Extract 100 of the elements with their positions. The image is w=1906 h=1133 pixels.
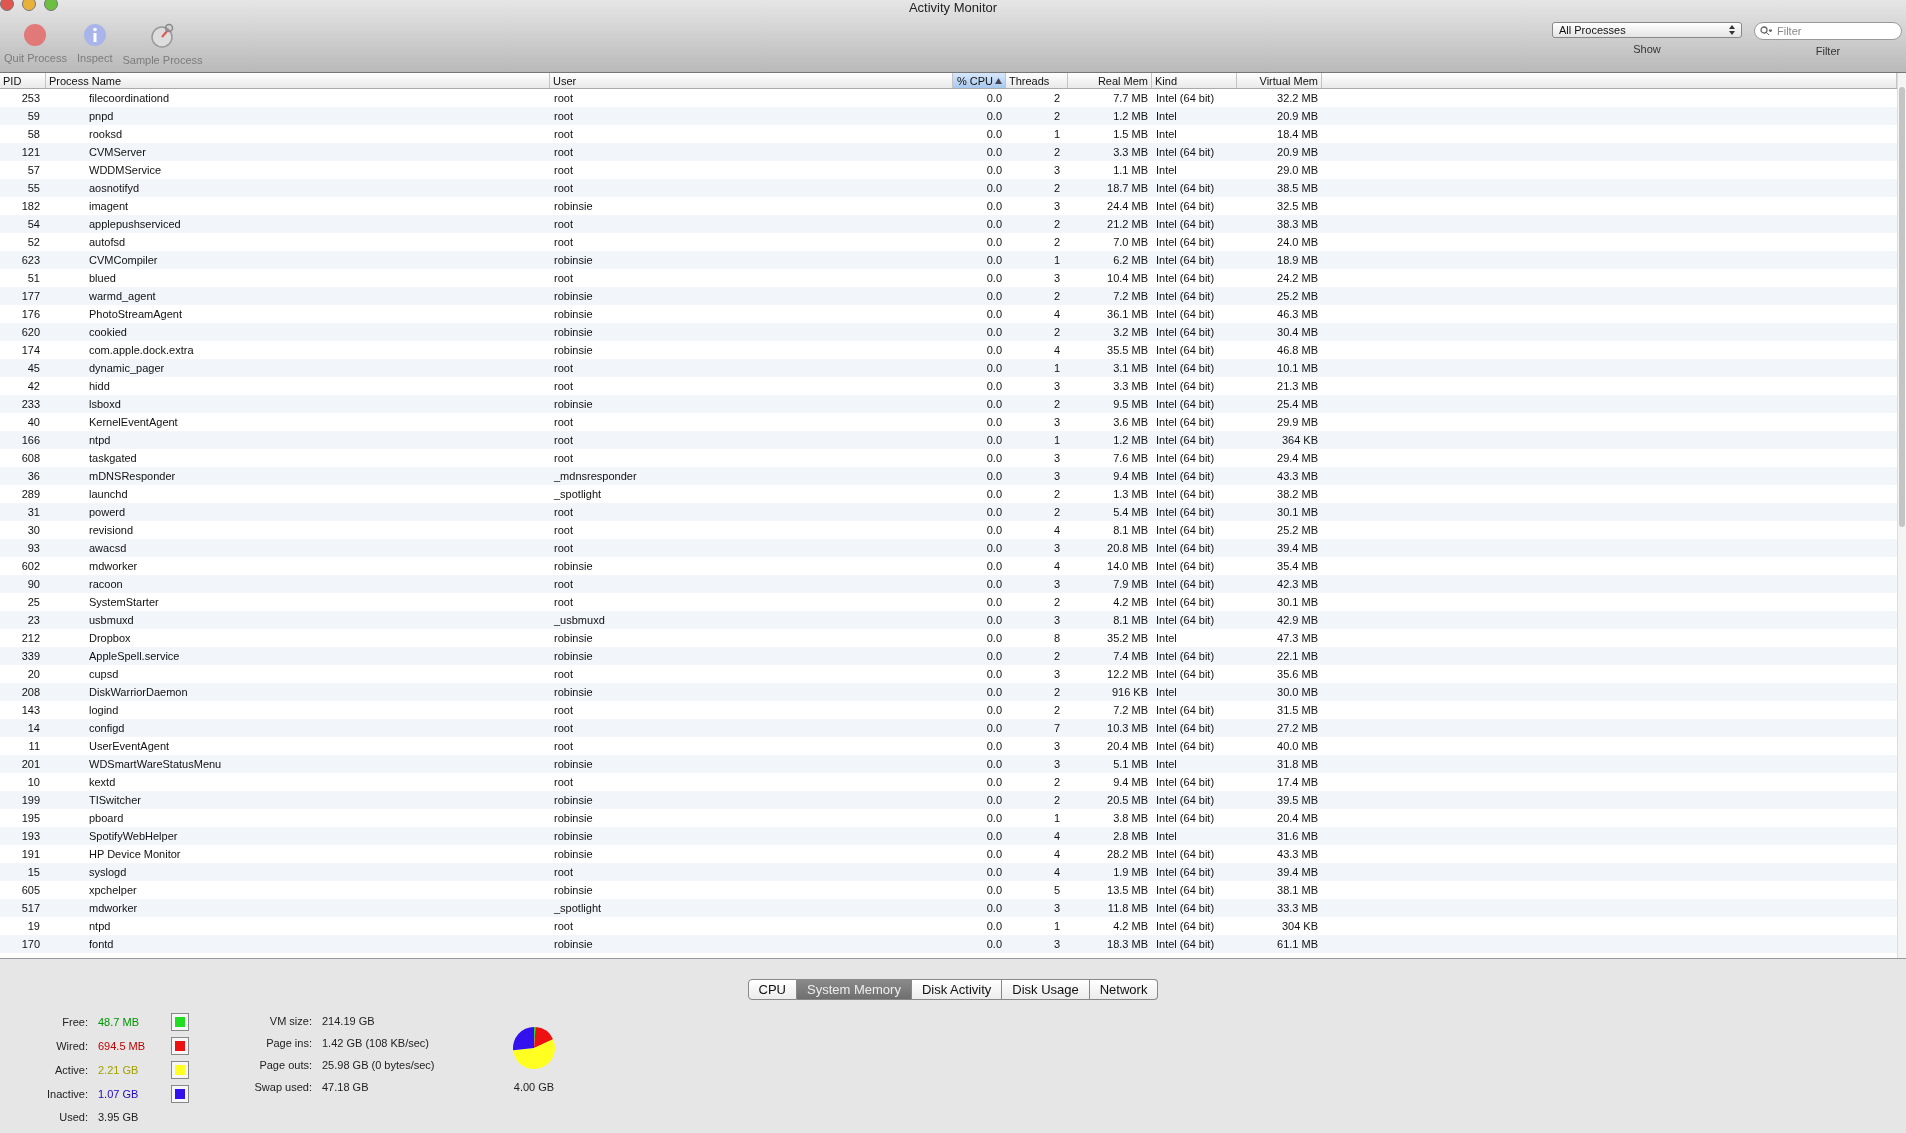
table-cell-text: 4 [1052, 524, 1061, 536]
table-cell-text: 3.8 MB [1112, 812, 1149, 824]
minimize-button[interactable] [22, 0, 36, 11]
table-cell-text: 3 [1052, 668, 1061, 680]
table-cell-text: 25.2 MB [1276, 524, 1319, 536]
table-cell-text: CVMServer [88, 146, 147, 158]
table-cell-text: 9.4 MB [1112, 470, 1149, 482]
table-cell-text: 32.2 MB [1276, 92, 1319, 104]
table-cell-text: fontd [88, 938, 115, 950]
table-cell-text: 54 [26, 218, 41, 230]
table-cell-text: 0.0 [985, 452, 1003, 464]
table-cell-text: Intel (64 bit) [1155, 470, 1216, 482]
table-cell-text: 20 [26, 668, 41, 680]
table-cell-text: 199 [20, 794, 41, 806]
column-header[interactable]: Virtual Mem [1237, 73, 1322, 88]
table-cell-text: 12.2 MB [1106, 668, 1149, 680]
table-cell-text: Intel (64 bit) [1155, 542, 1216, 554]
table-cell-text: Intel (64 bit) [1155, 380, 1216, 392]
table-cell-text: 14.0 MB [1106, 560, 1149, 572]
table-cell-text: filecoordinationd [88, 92, 171, 104]
table-cell-text: robinsie [553, 848, 594, 860]
color-swatch[interactable] [172, 1086, 188, 1102]
zoom-button[interactable] [44, 0, 58, 11]
table-cell-text: 620 [20, 326, 41, 338]
table-cell-text: 0.0 [985, 902, 1003, 914]
table-cell-text: 0.0 [985, 776, 1003, 788]
table-cell-text: 0.0 [985, 938, 1003, 950]
column-header[interactable]: % CPU [953, 73, 1006, 88]
color-swatch[interactable] [172, 1062, 188, 1078]
table-cell-text: 46.3 MB [1276, 308, 1319, 320]
table-cell-text: Intel (64 bit) [1155, 326, 1216, 338]
table-cell-text: 1.2 MB [1112, 434, 1149, 446]
table-cell-text: 2 [1052, 794, 1061, 806]
stat-label: Wired: [55, 1039, 88, 1053]
table-cell-text: 2 [1052, 650, 1061, 662]
table-cell-text: 0.0 [985, 758, 1003, 770]
table-cell-text: 0.0 [985, 578, 1003, 590]
process-filter-dropdown[interactable]: All Processes [1552, 22, 1742, 38]
table-cell-text: 20.4 MB [1106, 740, 1149, 752]
table-cell-text: 2 [1052, 236, 1061, 248]
column-header[interactable]: Threads [1006, 73, 1068, 88]
tab[interactable]: CPU [747, 979, 797, 1000]
table-cell-text: 3.2 MB [1112, 326, 1149, 338]
table-cell-text: TISwitcher [88, 794, 142, 806]
table-cell-text: 90 [26, 578, 41, 590]
table-cell-text: Intel (64 bit) [1155, 416, 1216, 428]
sort-ascending-icon [995, 77, 1002, 84]
table-cell-text: Intel (64 bit) [1155, 488, 1216, 500]
table-cell-text: 10.3 MB [1106, 722, 1149, 734]
table-cell-text: 0.0 [985, 866, 1003, 878]
table-cell-text: 29.0 MB [1276, 164, 1319, 176]
table-cell-text: 25.4 MB [1276, 398, 1319, 410]
table-cell-text: 38.2 MB [1276, 488, 1319, 500]
table-cell-text: Intel [1155, 632, 1178, 644]
column-header[interactable]: PID [0, 73, 46, 88]
table-cell-text: 30.4 MB [1276, 326, 1319, 338]
table-cell-text: 31.6 MB [1276, 830, 1319, 842]
table-cell-text: robinsie [553, 398, 594, 410]
table-cell-text: 7.0 MB [1112, 236, 1149, 248]
table-cell-text: 0.0 [985, 416, 1003, 428]
column-header[interactable]: Kind [1152, 73, 1237, 88]
table-cell-text: 39.4 MB [1276, 866, 1319, 878]
color-swatch[interactable] [172, 1014, 188, 1030]
table-cell-text: 0.0 [985, 92, 1003, 104]
table-cell-text: 59 [26, 110, 41, 122]
tab[interactable]: System Memory [797, 979, 912, 1000]
column-header[interactable]: Real Mem [1068, 73, 1152, 88]
table-cell-text: Intel (64 bit) [1155, 272, 1216, 284]
table-cell-text: 7.7 MB [1112, 92, 1149, 104]
table-cell-text: 30.1 MB [1276, 596, 1319, 608]
close-button[interactable] [0, 0, 14, 11]
tab[interactable]: Network [1089, 979, 1159, 1000]
table-cell-text: Intel (64 bit) [1155, 794, 1216, 806]
table-cell-text: 42 [26, 380, 41, 392]
table-cell-text: 176 [20, 308, 41, 320]
table-cell-text: imagent [88, 200, 130, 212]
table-cell-text: 9.4 MB [1112, 776, 1149, 788]
table-cell-text: root [553, 110, 574, 122]
table-cell-text: launchd [88, 488, 129, 500]
table-cell-text: KernelEventAgent [88, 416, 179, 428]
filter-field[interactable]: Filter [1754, 22, 1902, 40]
table-cell-text: 177 [20, 290, 41, 302]
table-cell-text: 2 [1052, 182, 1061, 194]
table-cell-text: 2.8 MB [1112, 830, 1149, 842]
table-cell-text: 201 [20, 758, 41, 770]
tab[interactable]: Disk Activity [911, 979, 1003, 1000]
column-header[interactable]: Process Name [46, 73, 550, 88]
table-cell-text: 18.3 MB [1106, 938, 1149, 950]
stat-label: Active: [54, 1063, 88, 1077]
table-cell-text: robinsie [553, 650, 594, 662]
table-cell-text: UserEventAgent [88, 740, 171, 752]
stat-label: Page outs: [258, 1058, 312, 1072]
search-icon [1760, 26, 1772, 36]
table-cell-text: 3 [1052, 272, 1061, 284]
table-cell-text: 0.0 [985, 110, 1003, 122]
table-cell-text: 5 [1052, 884, 1061, 896]
table-cell-text: 0.0 [985, 344, 1003, 356]
color-swatch[interactable] [172, 1038, 188, 1054]
tab[interactable]: Disk Usage [1002, 979, 1090, 1000]
table-cell-text: _usbmuxd [553, 614, 606, 626]
